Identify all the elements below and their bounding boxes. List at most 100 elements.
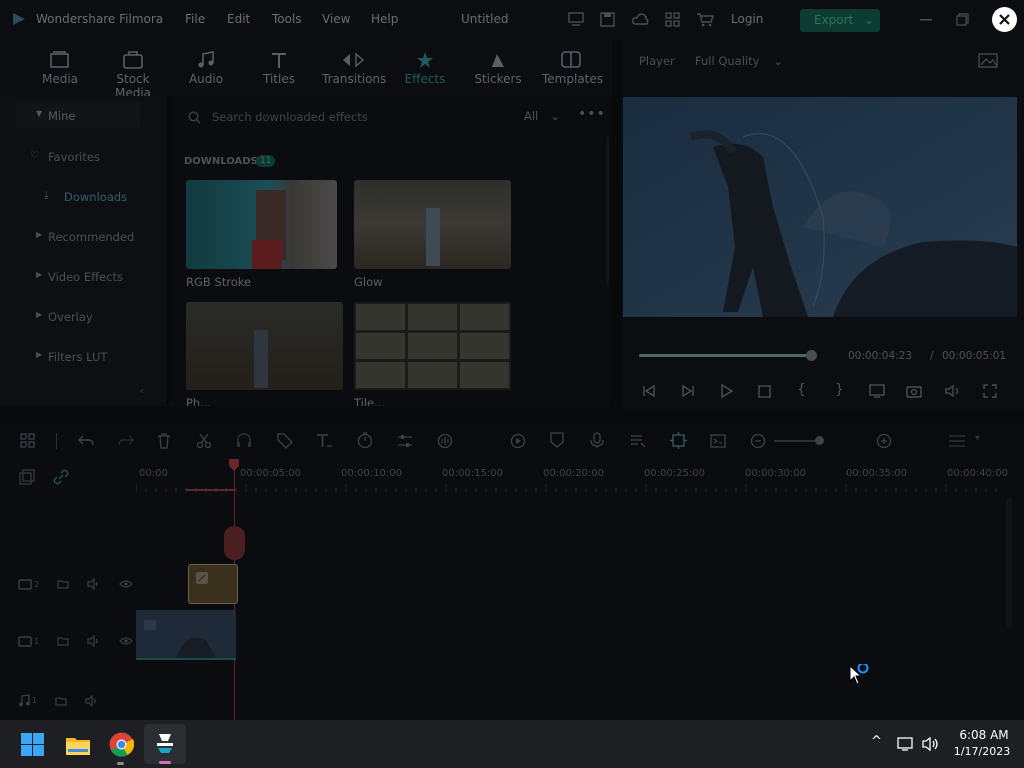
- display-settings-icon[interactable]: [869, 384, 885, 398]
- audio-waveform-icon[interactable]: [437, 433, 453, 449]
- mute-speaker-icon[interactable]: [87, 635, 101, 647]
- network-icon[interactable]: [897, 736, 915, 752]
- sidebar-item-mine[interactable]: ▼ Mine: [36, 109, 75, 123]
- windows-taskbar: ^ 6:08 AM 1/17/2023: [0, 720, 1024, 768]
- undo-icon[interactable]: [78, 434, 94, 448]
- volume-icon[interactable]: [945, 384, 961, 398]
- adjust-sliders-icon[interactable]: [397, 433, 413, 449]
- restore-icon[interactable]: [956, 13, 969, 26]
- speed-timer-icon[interactable]: [357, 432, 373, 449]
- mute-speaker-icon[interactable]: [85, 694, 99, 707]
- taskbar-date[interactable]: 1/17/2023: [948, 745, 1016, 758]
- snapshot-frame-icon[interactable]: [710, 433, 726, 449]
- cart-icon[interactable]: [696, 12, 714, 27]
- playback-progress[interactable]: [639, 354, 815, 357]
- effect-thumb-tile[interactable]: [354, 302, 511, 390]
- marker-shield-icon[interactable]: [550, 432, 564, 449]
- mark-in-icon[interactable]: {: [797, 382, 806, 398]
- delete-icon[interactable]: [157, 433, 171, 449]
- effect-clip[interactable]: [188, 564, 238, 604]
- tab-stock-media[interactable]: Stock Media: [98, 48, 168, 100]
- track-layout-icon[interactable]: [948, 434, 966, 448]
- monitor-icon[interactable]: [568, 12, 584, 26]
- volume-icon[interactable]: [922, 736, 940, 752]
- minimize-icon[interactable]: [920, 19, 932, 21]
- effect-thumb-rgb-stroke[interactable]: [186, 180, 337, 269]
- split-scissors-icon[interactable]: [196, 433, 212, 449]
- fullscreen-icon[interactable]: [983, 384, 997, 398]
- eye-icon[interactable]: [119, 636, 133, 646]
- tab-effects[interactable]: Effects: [403, 48, 447, 86]
- stop-icon[interactable]: [758, 385, 771, 398]
- cloud-upload-icon[interactable]: [632, 12, 649, 27]
- filmora-taskbar-button[interactable]: [144, 724, 186, 764]
- tab-stickers[interactable]: Stickers: [474, 48, 522, 86]
- redo-icon[interactable]: [118, 434, 134, 448]
- zoom-out-icon[interactable]: [750, 433, 766, 449]
- previous-frame-icon[interactable]: [642, 384, 656, 398]
- sidebar-item-recommended[interactable]: ▶ Recommended: [36, 230, 134, 244]
- menu-view[interactable]: View: [322, 12, 350, 26]
- sidebar-item-downloads[interactable]: ⤓ Downloads: [44, 190, 127, 204]
- sidebar-mine-row[interactable]: [16, 102, 140, 128]
- tab-transitions[interactable]: Transitions: [322, 48, 386, 86]
- zoom-slider-knob[interactable]: [815, 436, 824, 445]
- quality-select[interactable]: Full Quality ⌄: [695, 54, 783, 68]
- more-options-icon[interactable]: •••: [578, 106, 606, 122]
- login-link[interactable]: Login: [731, 12, 763, 26]
- folder-icon[interactable]: [55, 695, 67, 707]
- windows-start-icon[interactable]: [21, 733, 44, 756]
- layout-grid-icon[interactable]: [20, 433, 36, 449]
- audio-detach-icon[interactable]: [236, 433, 252, 449]
- sidebar-item-overlay[interactable]: ▶ Overlay: [36, 310, 93, 324]
- mark-out-icon[interactable]: }: [835, 382, 844, 398]
- chevron-down-icon[interactable]: ▾: [975, 433, 980, 444]
- video-preview[interactable]: [623, 97, 1017, 317]
- collapse-panel-icon[interactable]: ‹: [140, 386, 144, 397]
- folder-icon[interactable]: [57, 578, 69, 590]
- text-tool-icon[interactable]: [316, 433, 334, 449]
- playhead-drag-bubble[interactable]: [224, 526, 245, 560]
- sidebar-item-favorites[interactable]: ♡ Favorites: [30, 150, 100, 164]
- tab-titles[interactable]: Titles: [259, 48, 299, 86]
- tab-templates[interactable]: Templates: [542, 48, 603, 86]
- mute-speaker-icon[interactable]: [87, 578, 101, 590]
- search-input[interactable]: Search downloaded effects: [212, 110, 368, 124]
- file-explorer-icon[interactable]: [65, 734, 91, 756]
- eye-icon[interactable]: [119, 579, 133, 589]
- filter-select[interactable]: All ⌄: [524, 109, 560, 123]
- play-icon[interactable]: [720, 384, 734, 398]
- sidebar-item-video-effects[interactable]: ▶ Video Effects: [36, 270, 123, 284]
- timeline-scrollbar[interactable]: [1006, 498, 1012, 628]
- menu-edit[interactable]: Edit: [227, 12, 250, 26]
- menu-tools[interactable]: Tools: [272, 12, 302, 26]
- app-name: Wondershare Filmora: [36, 12, 164, 26]
- zoom-in-icon[interactable]: [876, 433, 892, 449]
- taskbar-time[interactable]: 6:08 AM: [954, 728, 1014, 742]
- effects-scrollbar[interactable]: [606, 136, 609, 286]
- microphone-icon[interactable]: [590, 432, 604, 449]
- effect-thumb-glow[interactable]: [354, 180, 511, 269]
- effect-thumb-3[interactable]: [186, 302, 343, 390]
- next-frame-icon[interactable]: [681, 384, 695, 398]
- tab-audio[interactable]: Audio: [186, 48, 226, 86]
- folder-icon[interactable]: [57, 635, 69, 647]
- render-preview-icon[interactable]: [510, 433, 526, 449]
- chrome-icon[interactable]: [109, 732, 134, 757]
- menu-help[interactable]: Help: [371, 12, 398, 26]
- save-icon[interactable]: [600, 12, 615, 27]
- apps-grid-icon[interactable]: [665, 12, 680, 27]
- snapshot-gallery-icon[interactable]: [978, 53, 998, 68]
- voiceover-list-icon[interactable]: [630, 433, 646, 449]
- video-clip[interactable]: [136, 610, 236, 658]
- progress-knob[interactable]: [806, 350, 818, 361]
- tab-media[interactable]: Media: [40, 48, 80, 86]
- ai-cutout-icon[interactable]: [670, 432, 687, 449]
- close-button[interactable]: [992, 7, 1017, 32]
- camera-icon[interactable]: [906, 384, 922, 398]
- sidebar-item-filters[interactable]: ▶ Filters LUT: [36, 350, 107, 364]
- export-button[interactable]: Export ⌄: [800, 9, 880, 32]
- tag-icon[interactable]: [277, 433, 293, 449]
- chevron-up-icon[interactable]: ^: [871, 734, 882, 749]
- menu-file[interactable]: File: [185, 12, 205, 26]
